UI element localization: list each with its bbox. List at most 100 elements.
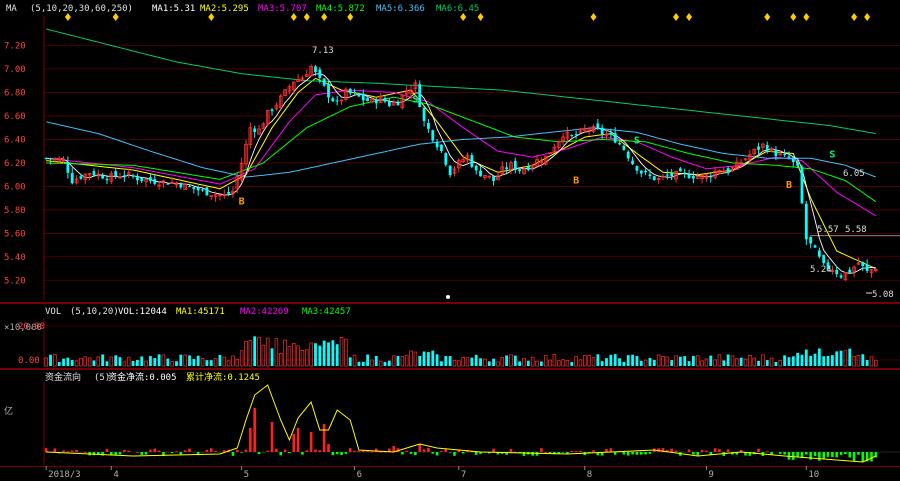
candle-body [322,78,326,86]
candle [205,186,209,196]
osc-bar [275,448,278,452]
volume-bar [570,361,574,366]
vol-legend-name[interactable]: VOL [45,307,61,317]
volume-bar [518,361,522,366]
volume-bar [683,356,687,366]
volume-bar [114,355,118,366]
price-label-605: 6.05 [843,169,865,179]
candle-body [149,177,152,181]
candle-body [357,93,361,97]
vol-ma2-value: MA2:42269 [240,307,289,317]
ma5-value: MA5:6.366 [376,4,425,14]
volume-bar [192,358,196,366]
osc-bar [844,452,847,455]
volume-bar [131,360,135,366]
candle-body [648,174,652,177]
osc-bar [170,452,174,454]
candle-body [479,170,482,177]
osc-bar [327,444,330,452]
x-tick-label: 10 [808,470,819,480]
candle-body [270,109,274,112]
price-label-558: 5.58 [845,225,867,235]
candle-body [626,151,630,159]
candle-body [440,144,443,151]
volume-bar [622,361,626,366]
candle-body [153,179,157,184]
osc-bar [570,450,574,452]
candle-body [822,255,826,264]
candle [800,164,804,205]
osc-bar [648,452,652,454]
volume-bar [92,360,96,366]
osc-bar [288,452,291,454]
volume-bar [157,354,161,366]
candle-body [783,153,787,155]
candle-body [92,171,96,176]
low-price-label: 5.08 [872,290,894,300]
osc-bar [574,451,578,453]
osc-bar [296,428,300,452]
osc-bar [613,452,617,455]
osc-bar [444,449,448,452]
price-label-524: 5.24 [810,265,832,275]
volume-bar [70,360,74,366]
volume-bar [118,357,122,366]
volume-bar [678,356,682,366]
volume-bar [135,359,139,366]
candle-body [327,84,330,98]
volume-bar [648,357,652,366]
sell-signal: S [412,94,418,105]
osc-bar [53,448,57,452]
osc-bar [635,452,639,455]
ma-legend-params: (5,10,20,30,60,250) [30,4,133,14]
candle-body [622,145,626,150]
osc-bar [605,448,608,452]
osc-legend-name[interactable]: 资金流向 [45,371,81,383]
volume-bar [175,361,178,366]
volume-bar [205,360,209,366]
osc-bar [696,452,700,456]
sell-signal: S [634,135,640,146]
osc-bar [644,452,647,455]
osc-bar [852,452,856,461]
osc-bar [626,452,630,456]
osc-bar [353,450,356,452]
vol-legend-params: (5,10,20) [70,307,119,317]
price-tick-label: 6.40 [4,135,26,145]
volume-bar [218,354,222,366]
candle-body [435,141,439,148]
price-tick-label: 6.20 [4,159,26,169]
candle-body [140,177,144,182]
volume-bar [335,344,339,366]
candle-body [526,166,530,170]
candle-body [505,167,509,170]
candle-body [253,128,257,133]
stock-chart: MA (5,10,20,30,60,250) MA1:5.31 MA2:5.29… [0,0,900,481]
volume-bar [435,354,439,366]
candle-body [644,170,648,173]
osc-bar [231,452,235,456]
candle-body [618,143,621,145]
candle-body [765,144,769,152]
volume-bar [618,358,621,366]
candle-body [652,176,656,180]
volume-bar [865,360,869,366]
volume-bar [687,361,691,366]
osc-bar [818,452,821,461]
candle-body [353,91,356,93]
candle-body [366,98,370,102]
candle-body [318,69,322,78]
candle [652,175,656,181]
ma-legend-name[interactable]: MA [6,4,17,14]
osc-bar [453,452,456,456]
volume-bar [270,348,274,366]
osc-bar [639,452,643,455]
osc-bar [314,449,317,452]
volume-bar [448,356,452,366]
volume-bar [722,360,726,366]
volume-bar [444,356,448,366]
volume-bar [526,360,530,366]
osc-bar [440,451,443,453]
osc-bar [149,449,152,452]
candle-body [418,84,422,108]
